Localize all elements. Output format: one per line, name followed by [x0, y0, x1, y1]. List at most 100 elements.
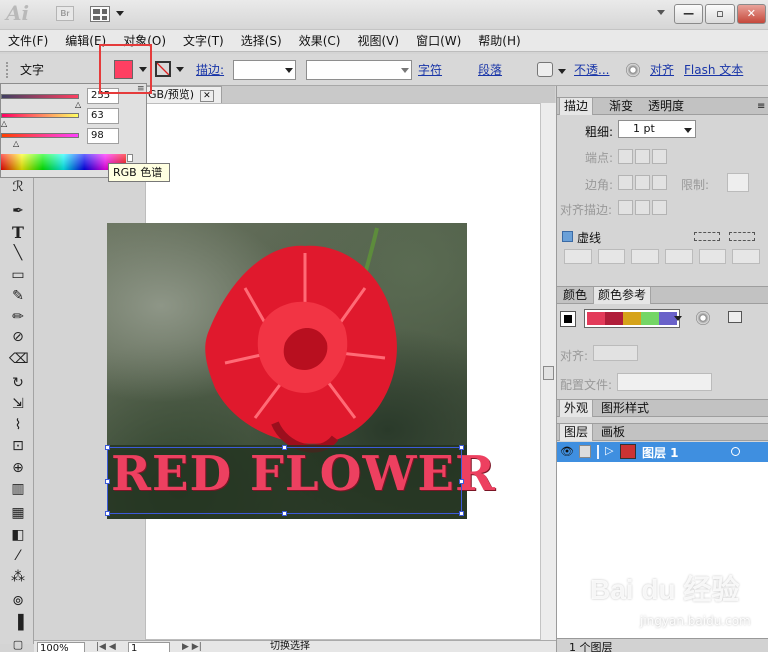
eraser-tool-icon[interactable]: ⌫ [9, 350, 29, 368]
selection-handle[interactable] [105, 445, 110, 450]
menu-window[interactable]: 窗口(W) [416, 30, 461, 51]
gradient-tool-icon[interactable]: ◧ [9, 526, 27, 544]
tab-color-guide[interactable]: 颜色参考 [593, 287, 652, 304]
bridge-button[interactable]: Br [56, 6, 74, 21]
bevel-join-button[interactable] [652, 175, 667, 190]
line-tool-icon[interactable]: ╲ [9, 244, 27, 262]
opacity-link[interactable]: 不透... [574, 62, 609, 78]
mesh-tool-icon[interactable]: ▦ [9, 504, 27, 522]
first-page-icon[interactable]: |◀ ◀ [96, 642, 116, 652]
visibility-eye-icon[interactable]: 👁 [560, 445, 574, 458]
align-outside-button[interactable] [652, 200, 667, 215]
shape-builder-tool-icon[interactable]: ⊕ [9, 459, 27, 477]
pen-tool-icon[interactable]: ✒ [9, 202, 27, 220]
variable-width-field[interactable] [306, 60, 412, 80]
blue-slider-thumb-icon[interactable]: △ [13, 139, 19, 148]
flash-text-link[interactable]: Flash 文本 [684, 62, 743, 78]
menu-type[interactable]: 文字(T) [183, 30, 224, 51]
page-field[interactable]: 1 [128, 642, 170, 652]
tab-appearance[interactable]: 外观 [559, 400, 594, 417]
weight-dropdown-icon[interactable] [684, 128, 692, 133]
white-swatch[interactable] [127, 154, 133, 162]
text-selection-box[interactable] [105, 445, 464, 516]
selection-handle[interactable] [459, 479, 464, 484]
harmony-dropdown-icon[interactable] [674, 316, 682, 321]
rotate-tool-icon[interactable]: ↻ [9, 374, 27, 392]
lasso-tool-icon[interactable]: ℛ [9, 178, 27, 196]
selection-handle[interactable] [282, 445, 287, 450]
red-slider-thumb-icon[interactable]: △ [75, 100, 81, 109]
base-color-swatch[interactable] [560, 311, 576, 327]
artboard-tool-icon[interactable]: ▢ [9, 636, 27, 652]
miter-join-button[interactable] [618, 175, 633, 190]
panel-menu-icon[interactable]: ≡ [753, 98, 768, 115]
harmony-swatch[interactable] [623, 312, 641, 325]
target-icon[interactable] [731, 447, 740, 456]
menu-help[interactable]: 帮助(H) [478, 30, 520, 51]
tab-stroke[interactable]: 描边 [559, 98, 594, 115]
butt-cap-button[interactable] [618, 149, 633, 164]
save-group-icon[interactable] [728, 311, 742, 323]
blend-tool-icon[interactable]: ⁂ [9, 568, 27, 586]
green-value[interactable]: 63 [87, 108, 119, 124]
profile-field[interactable] [617, 373, 712, 391]
menu-file[interactable]: 文件(F) [8, 30, 48, 51]
layer-name[interactable]: 图层 1 [642, 444, 679, 461]
dash-pattern-a-icon[interactable] [694, 232, 720, 241]
close-tab-icon[interactable]: ✕ [200, 90, 214, 102]
green-slider[interactable] [1, 113, 79, 118]
zoom-field[interactable]: 100% [37, 642, 85, 652]
workspace-dropdown-icon[interactable] [657, 10, 665, 15]
tab-layers[interactable]: 图层 [559, 424, 594, 441]
edit-colors-icon[interactable] [696, 311, 710, 325]
square-cap-button[interactable] [652, 149, 667, 164]
align-buttons[interactable] [593, 345, 638, 361]
brush-icon[interactable] [537, 62, 553, 77]
dashed-checkbox[interactable] [562, 231, 573, 242]
arrange-documents-button[interactable] [90, 6, 110, 22]
character-link[interactable]: 字符 [418, 62, 442, 78]
document-tab[interactable]: GB/预览) ✕ [145, 86, 222, 103]
limit-field[interactable] [727, 173, 749, 192]
symbol-sprayer-tool-icon[interactable]: ⊚ [9, 592, 27, 610]
tab-artboards[interactable]: 画板 [597, 424, 629, 441]
scroll-thumb[interactable] [543, 366, 554, 380]
column-graph-tool-icon[interactable]: ▐ [9, 614, 27, 632]
brush-tool-icon[interactable]: ✎ [9, 287, 27, 305]
align-link[interactable]: 对齐 [650, 62, 674, 78]
stroke-label[interactable]: 描边: [196, 62, 224, 78]
type-tool-icon[interactable]: T [9, 223, 27, 242]
recolor-icon[interactable] [626, 63, 640, 77]
stroke-dropdown-icon[interactable] [176, 67, 184, 72]
menu-effect[interactable]: 效果(C) [299, 30, 341, 51]
free-transform-tool-icon[interactable]: ⊡ [9, 437, 27, 455]
align-center-button[interactable] [618, 200, 633, 215]
dash-pattern-b-icon[interactable] [729, 232, 755, 241]
scale-tool-icon[interactable]: ⇲ [9, 395, 27, 413]
warp-tool-icon[interactable]: ⌇ [9, 416, 27, 434]
expand-triangle-icon[interactable]: ▷ [605, 444, 613, 457]
rectangle-tool-icon[interactable]: ▭ [9, 266, 27, 284]
vertical-scrollbar[interactable] [540, 103, 556, 640]
eyedropper-tool-icon[interactable]: ⁄ [9, 547, 27, 565]
harmony-swatch[interactable] [605, 312, 623, 325]
pencil-tool-icon[interactable]: ✏ [9, 308, 27, 326]
paragraph-link[interactable]: 段落 [478, 62, 502, 78]
brush-dropdown-icon[interactable] [558, 69, 566, 74]
next-page-icon[interactable]: ▶ ▶| [182, 642, 202, 652]
harmony-swatch[interactable] [587, 312, 605, 325]
minimize-button[interactable]: — [674, 4, 704, 24]
align-inside-button[interactable] [635, 200, 650, 215]
stroke-weight-field[interactable] [233, 60, 296, 80]
lock-toggle[interactable] [579, 445, 591, 458]
close-button[interactable]: ✕ [736, 4, 766, 24]
layer-row[interactable]: 👁 ▷ 图层 1 [557, 442, 768, 462]
selection-handle[interactable] [282, 511, 287, 516]
stroke-swatch[interactable] [155, 61, 171, 77]
red-slider[interactable] [1, 94, 79, 99]
status-text[interactable]: 切换选择 [270, 641, 310, 652]
selection-handle[interactable] [459, 445, 464, 450]
menu-view[interactable]: 视图(V) [357, 30, 399, 51]
tab-graphic-styles[interactable]: 图形样式 [597, 400, 653, 417]
blob-brush-tool-icon[interactable]: ⊘ [9, 328, 27, 346]
